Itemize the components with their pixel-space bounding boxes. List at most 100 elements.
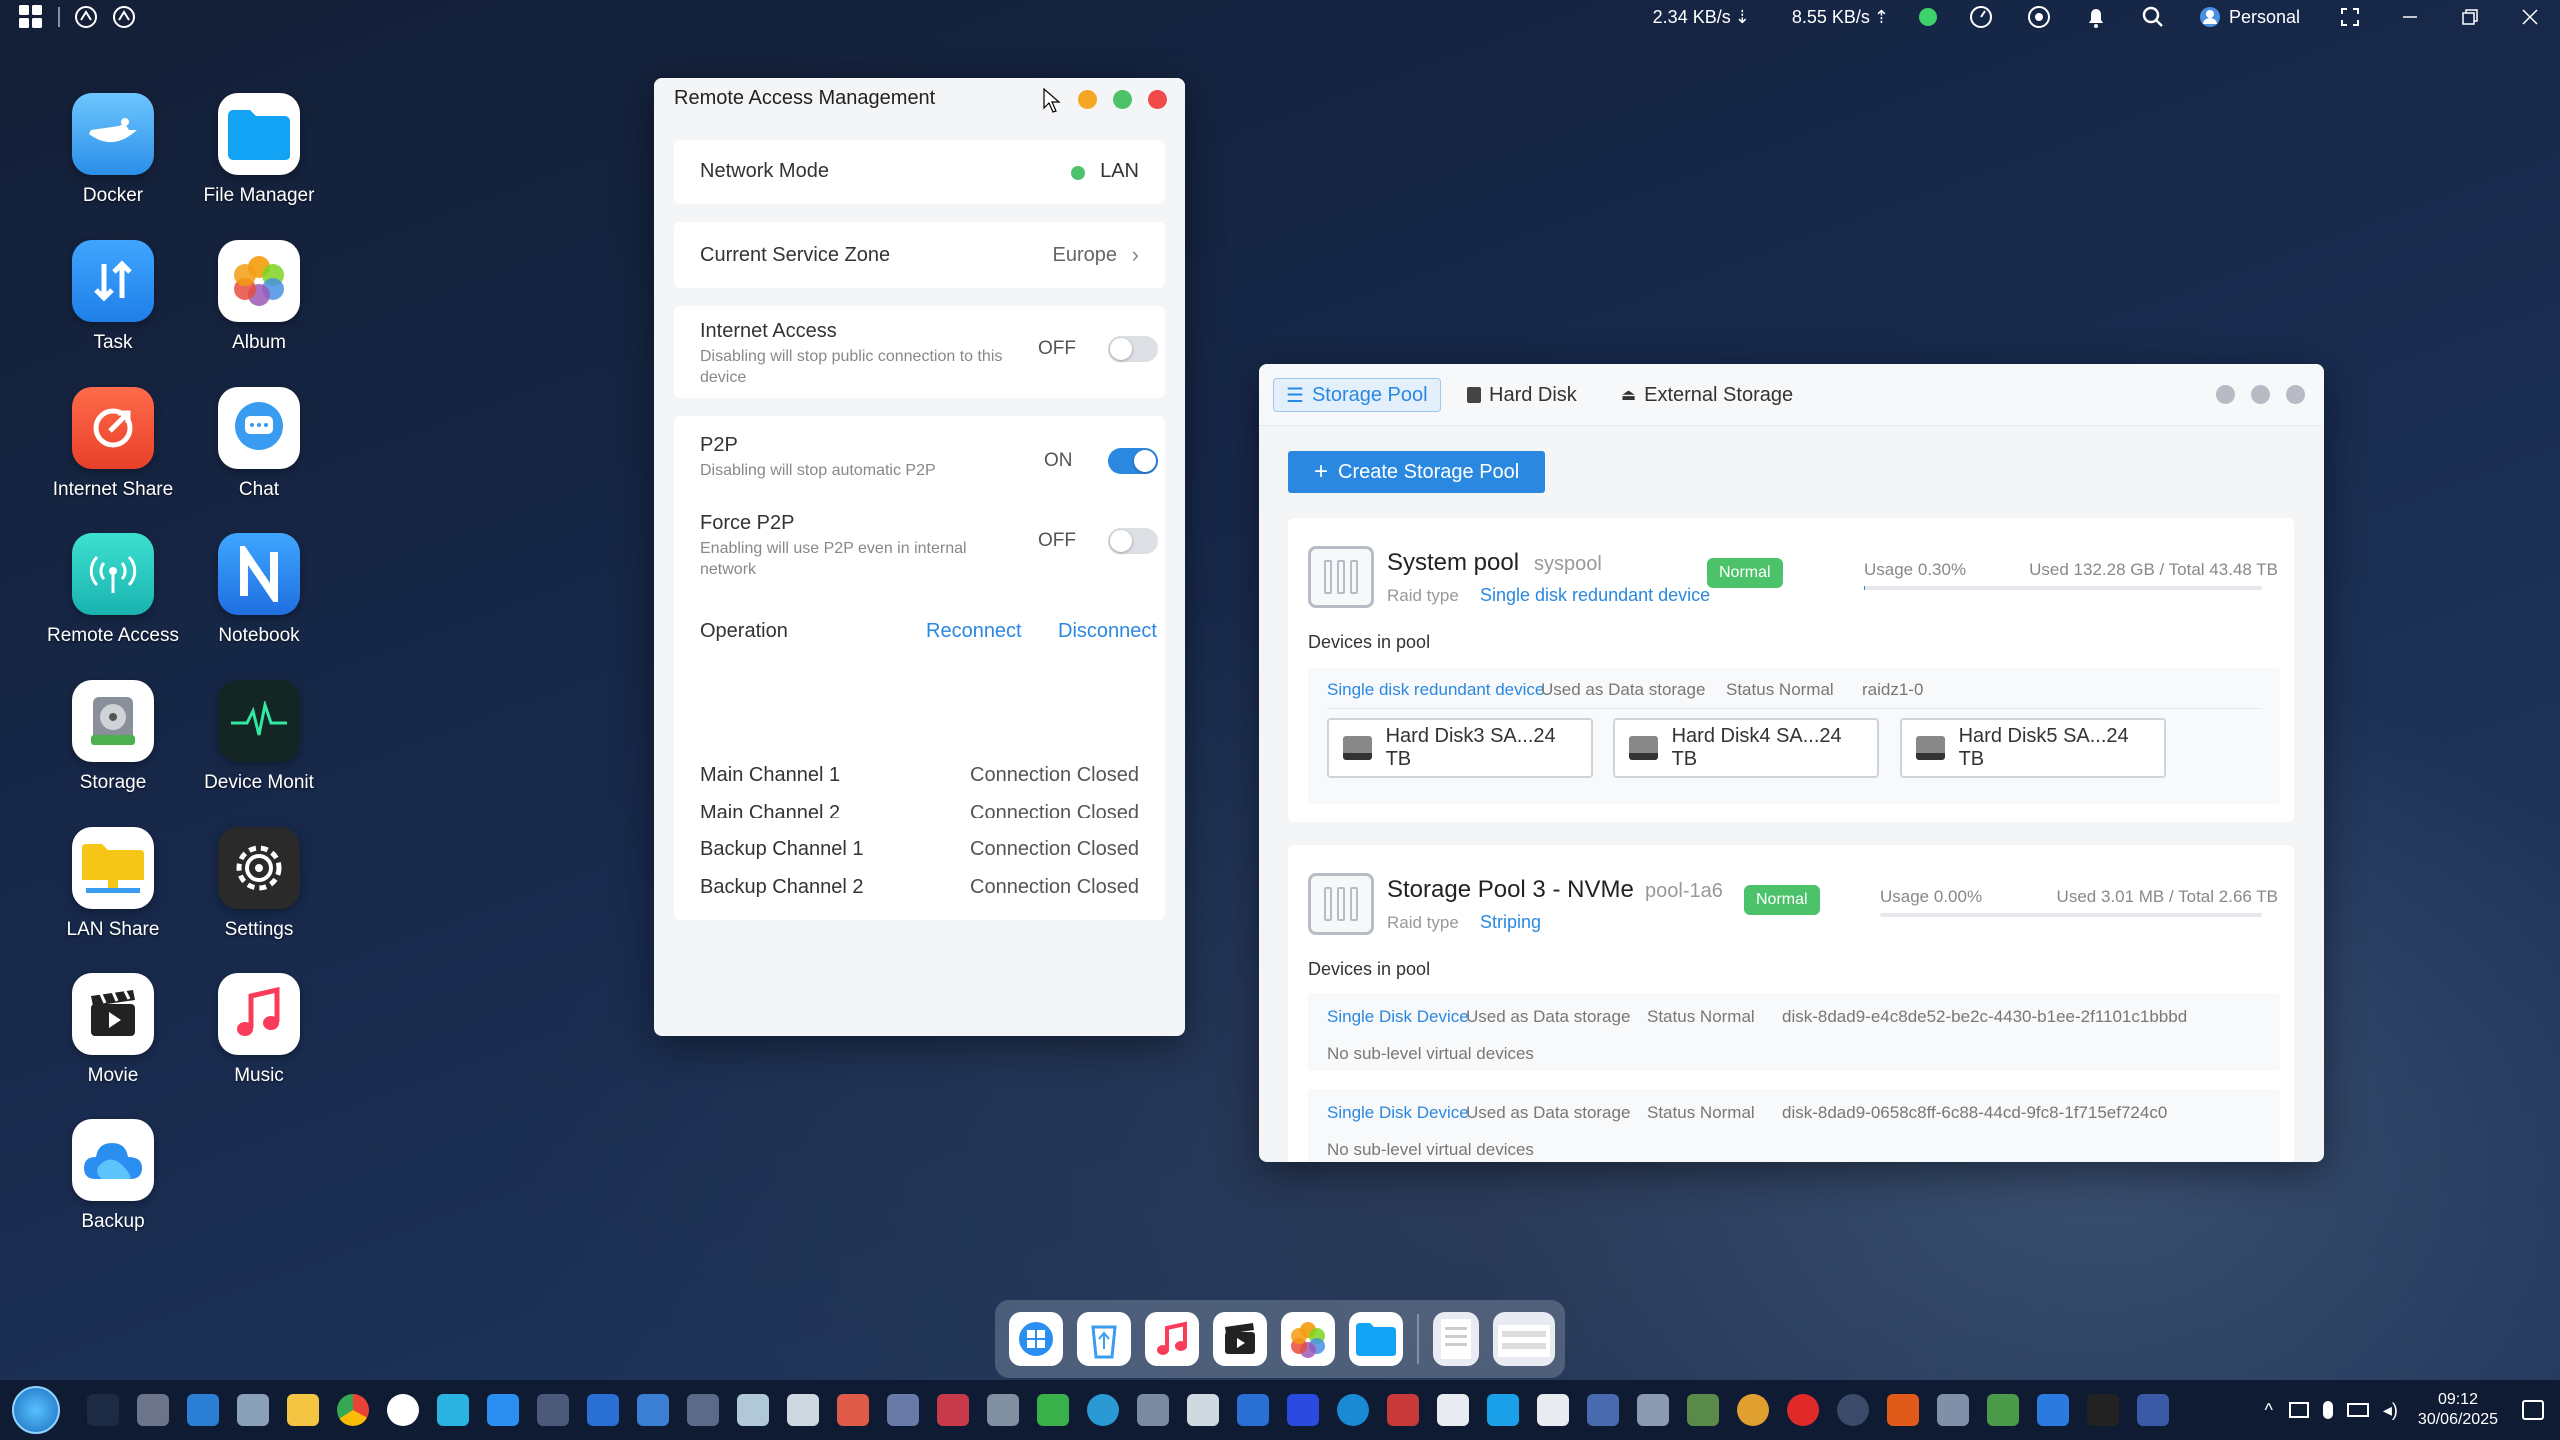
taskbar-app-icon[interactable]: [737, 1394, 769, 1426]
disk-button[interactable]: Hard Disk3 SA...24 TB: [1327, 718, 1593, 778]
minimize-dot-icon[interactable]: [2216, 385, 2235, 404]
desktop-icon-remote-access[interactable]: Remote Access: [40, 533, 186, 647]
desktop-icon-internet-share[interactable]: Internet Share: [40, 387, 186, 501]
dock-start-icon[interactable]: [1009, 1312, 1063, 1366]
dock-movie-icon[interactable]: [1213, 1312, 1267, 1366]
taskbar-app-icon[interactable]: [2087, 1394, 2119, 1426]
taskbar-app-icon[interactable]: [1187, 1394, 1219, 1426]
dock-recycle-bin-icon[interactable]: [1077, 1312, 1131, 1366]
maximize-dot-icon[interactable]: [1113, 90, 1132, 109]
taskbar-app-icon[interactable]: [787, 1394, 819, 1426]
taskbar-app-icon[interactable]: [2037, 1394, 2069, 1426]
taskbar-app-icon[interactable]: [1987, 1394, 2019, 1426]
close-icon[interactable]: [2520, 7, 2540, 27]
speed-gauge-icon[interactable]: [1969, 5, 1993, 29]
maximize-dot-icon[interactable]: [2251, 385, 2270, 404]
taskbar-app-icon[interactable]: [1637, 1394, 1669, 1426]
desktop-icon-task[interactable]: Task: [40, 240, 186, 354]
taskbar-app-icon[interactable]: [1537, 1394, 1569, 1426]
network-icon[interactable]: [2346, 1403, 2369, 1417]
taskbar-app-icon[interactable]: [1587, 1394, 1619, 1426]
desktop-icon-album[interactable]: Album: [186, 240, 332, 354]
taskbar-app-icon[interactable]: [687, 1394, 719, 1426]
taskbar-app-icon[interactable]: [537, 1394, 569, 1426]
minimize-dot-icon[interactable]: [1078, 90, 1097, 109]
taskbar-app-icon[interactable]: [887, 1394, 919, 1426]
taskbar-app-icon[interactable]: [237, 1394, 269, 1426]
desktop-icon-lan-share[interactable]: LAN Share: [40, 827, 186, 941]
notification-center-icon[interactable]: [2522, 1400, 2544, 1420]
dock-album-icon[interactable]: [1281, 1312, 1335, 1366]
dock-music-icon[interactable]: [1145, 1312, 1199, 1366]
chevron-up-icon[interactable]: ^: [2264, 1400, 2272, 1421]
disk-button[interactable]: Hard Disk5 SA...24 TB: [1900, 718, 2166, 778]
taskbar-app-icon[interactable]: [1237, 1394, 1269, 1426]
reconnect-link[interactable]: Reconnect: [926, 620, 1022, 643]
windows-start-orb-icon[interactable]: [12, 1386, 60, 1434]
fullscreen-icon[interactable]: [2340, 7, 2360, 27]
bell-icon[interactable]: [2085, 5, 2107, 29]
taskbar-app-icon[interactable]: [1037, 1394, 1069, 1426]
internet-access-toggle[interactable]: [1108, 336, 1158, 362]
edge-icon[interactable]: [1337, 1394, 1369, 1426]
taskbar-app-icon[interactable]: [637, 1394, 669, 1426]
task-view-icon[interactable]: [87, 1394, 119, 1426]
tray-icon[interactable]: [2288, 1402, 2309, 1418]
taskbar-app-icon[interactable]: [437, 1394, 469, 1426]
user-menu[interactable]: Personal: [2199, 6, 2300, 28]
desktop-icon-backup[interactable]: Backup: [40, 1119, 186, 1233]
start-menu-icon[interactable]: [18, 4, 44, 30]
desktop-icon-file-manager[interactable]: File Manager: [186, 93, 332, 207]
speaker-icon[interactable]: ◂): [2383, 1400, 2398, 1421]
window-titlebar[interactable]: Remote Access Management: [654, 78, 1185, 122]
taskbar-app-icon[interactable]: [487, 1394, 519, 1426]
taskbar-app-icon[interactable]: [1687, 1394, 1719, 1426]
disk-button[interactable]: Hard Disk4 SA...24 TB: [1613, 718, 1879, 778]
desktop-icon-chat[interactable]: Chat: [186, 387, 332, 501]
desktop-icon-storage[interactable]: Storage: [40, 680, 186, 794]
p2p-toggle[interactable]: [1108, 448, 1158, 474]
opera-icon[interactable]: [1787, 1394, 1819, 1426]
desktop-icon-settings[interactable]: Settings: [186, 827, 332, 941]
taskbar-app-icon[interactable]: [187, 1394, 219, 1426]
taskbar-app-icon[interactable]: [1137, 1394, 1169, 1426]
dock-storage-window-thumbnail[interactable]: [1493, 1312, 1555, 1366]
taskbar-app-icon[interactable]: [1387, 1394, 1419, 1426]
dock-file-manager-icon[interactable]: [1349, 1312, 1403, 1366]
desktop-icon-music[interactable]: Music: [186, 973, 332, 1087]
taskbar-app-icon[interactable]: [587, 1394, 619, 1426]
microphone-icon[interactable]: [2322, 1401, 2333, 1419]
create-storage-pool-button[interactable]: + Create Storage Pool: [1288, 451, 1546, 493]
file-explorer-icon[interactable]: [287, 1394, 319, 1426]
chrome-icon[interactable]: [337, 1394, 369, 1426]
sync-icon[interactable]: [2027, 5, 2051, 29]
storage-app-icon[interactable]: [112, 5, 136, 29]
tab-storage-pool[interactable]: ☰ Storage Pool: [1273, 378, 1441, 412]
search-icon[interactable]: [2141, 5, 2165, 29]
taskbar-app-icon[interactable]: [2137, 1394, 2169, 1426]
close-dot-icon[interactable]: [2286, 385, 2305, 404]
disconnect-link[interactable]: Disconnect: [1058, 620, 1157, 643]
settings-gear-icon[interactable]: [137, 1394, 169, 1426]
taskbar-app-icon[interactable]: [1087, 1394, 1119, 1426]
taskbar-app-icon[interactable]: [1437, 1394, 1469, 1426]
minimize-icon[interactable]: [2400, 7, 2420, 27]
force-p2p-toggle[interactable]: [1108, 528, 1158, 554]
taskbar-app-icon[interactable]: [937, 1394, 969, 1426]
taskbar-app-icon[interactable]: [387, 1394, 419, 1426]
taskbar-app-icon[interactable]: [987, 1394, 1019, 1426]
desktop-icon-device-monit[interactable]: Device Monit: [186, 680, 332, 794]
service-zone-row[interactable]: Current Service Zone Europe ›: [674, 222, 1165, 288]
tab-hard-disk[interactable]: Hard Disk: [1467, 378, 1577, 412]
desktop-icon-notebook[interactable]: Notebook: [186, 533, 332, 647]
taskbar-app-icon[interactable]: [837, 1394, 869, 1426]
tab-external-storage[interactable]: ⏏ External Storage: [1621, 378, 1793, 412]
remote-access-app-icon[interactable]: [74, 5, 98, 29]
desktop-icon-movie[interactable]: Movie: [40, 973, 186, 1087]
taskbar-app-icon[interactable]: [1737, 1394, 1769, 1426]
taskbar-app-icon[interactable]: [1937, 1394, 1969, 1426]
restore-icon[interactable]: [2460, 7, 2480, 27]
desktop-icon-docker[interactable]: Docker: [40, 93, 186, 207]
dock-remote-access-window-thumbnail[interactable]: [1433, 1312, 1479, 1366]
clock[interactable]: 09:12 30/06/2025: [2418, 1390, 2498, 1430]
